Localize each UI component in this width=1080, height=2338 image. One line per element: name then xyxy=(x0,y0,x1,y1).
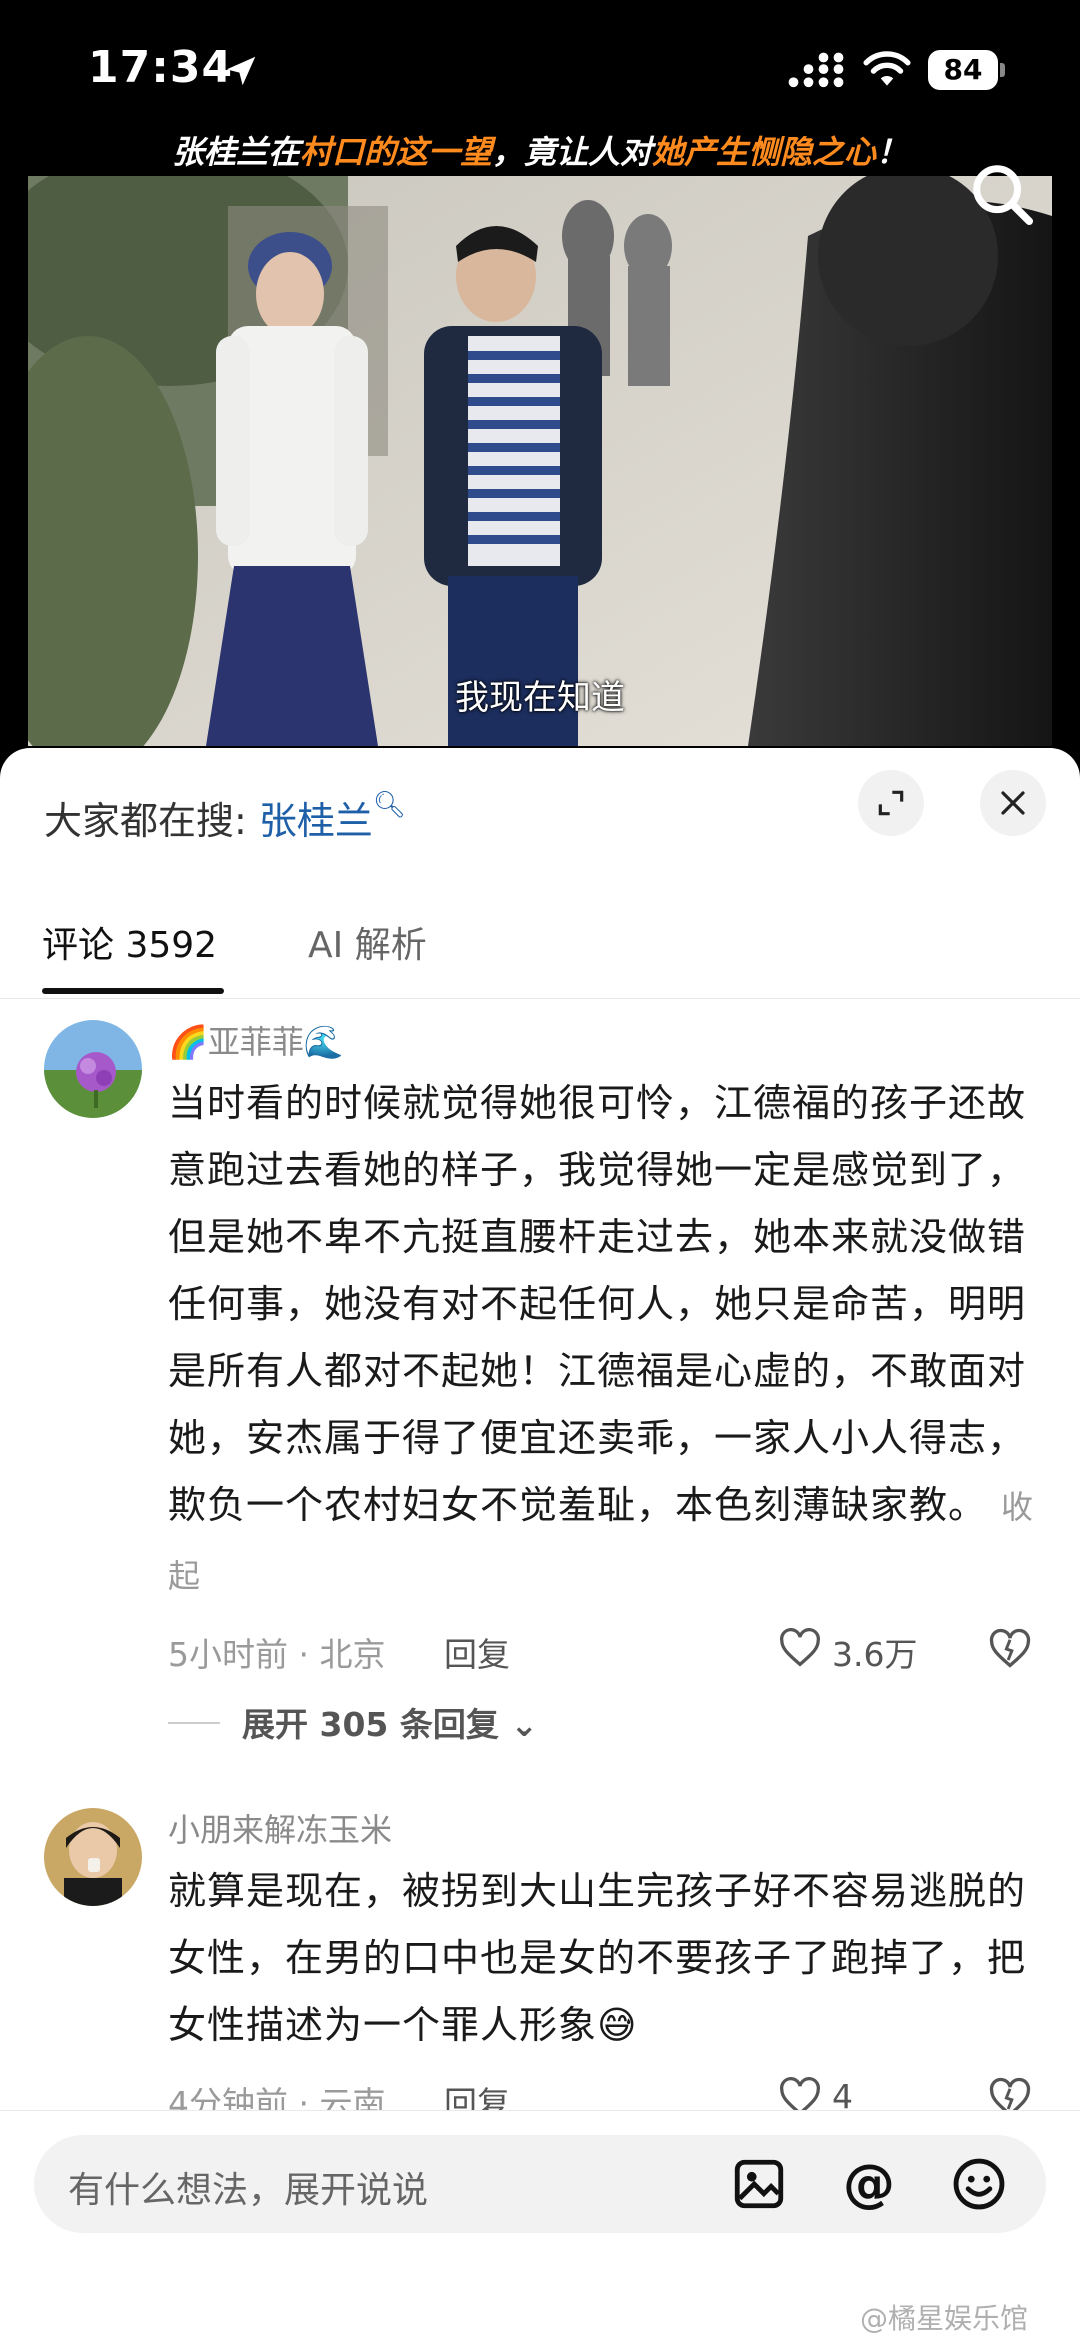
emoji-icon[interactable] xyxy=(950,2155,1008,2213)
location-arrow-icon xyxy=(226,56,256,86)
comment-username[interactable]: 🌈亚菲菲🌊 xyxy=(168,1020,1038,1064)
sweat-smile-icon: 😅 xyxy=(597,2003,638,2047)
rainbow-icon: 🌈 xyxy=(168,1023,208,1061)
caption-highlight: 她产生恻隐之心 xyxy=(652,133,877,171)
search-suggestion[interactable]: 大家都在搜: 张桂兰🔍︎ xyxy=(44,790,406,845)
comment-meta: 5小时前 · 北京 回复 3.6万 xyxy=(168,1620,1038,1680)
comment-input-bar: 有什么想法，展开说说 @ @橘星娱乐馆 xyxy=(0,2110,1080,2338)
comment-body: 小朋来解冻玉米 就算是现在，被拐到大山生完孩子好不容易逃脱的女性，在男的口中也是… xyxy=(168,1808,1038,2129)
username-text: 亚菲菲 xyxy=(207,1023,304,1061)
sheet-tabs: 评论 3592 AI 解析 xyxy=(0,898,1080,999)
reply-button[interactable]: 回复 xyxy=(444,1628,510,1676)
avatar[interactable] xyxy=(44,1020,142,1118)
caption-part: ，竟让人对 xyxy=(491,133,652,171)
expand-icon xyxy=(878,790,904,816)
expand-button[interactable] xyxy=(858,770,924,836)
close-button[interactable] xyxy=(980,770,1046,836)
video-subtitle: 我现在知道 xyxy=(455,678,625,718)
comment-input-placeholder: 有什么想法，展开说说 xyxy=(68,2170,429,2211)
search-suggestion-prefix: 大家都在搜: xyxy=(44,799,247,843)
wave-icon: 🌊 xyxy=(303,1023,344,1061)
caption-highlight: 村口的这一望 xyxy=(299,133,492,171)
comment-text-content: 当时看的时候就觉得她很可怜，江德福的孩子还故意跑过去看她的样子，我觉得她一定是感… xyxy=(168,1081,1027,1527)
tab-comments[interactable]: 评论 3592 xyxy=(42,916,217,968)
image-icon[interactable] xyxy=(730,2155,788,2213)
comment-input[interactable]: 有什么想法，展开说说 @ xyxy=(34,2135,1046,2233)
dislike-icon[interactable] xyxy=(988,1628,1032,1670)
like-count: 3.6万 xyxy=(832,1635,918,1674)
signal-icon xyxy=(788,52,844,88)
video-caption: 张桂兰在村口的这一望，竟让人对她产生恻隐之心！ xyxy=(28,128,1052,176)
comment-username[interactable]: 小朋来解冻玉米 xyxy=(168,1808,1038,1852)
close-icon xyxy=(1001,791,1025,815)
search-icon[interactable] xyxy=(968,160,1038,230)
heart-icon[interactable] xyxy=(778,1628,822,1668)
video-area: 17:34 84 张桂兰在村口的这一望，竟让人对她产生恻隐之心！ 我现在知道 xyxy=(0,0,1080,790)
expand-replies-button[interactable]: 展开 305 条回复 ⌄ xyxy=(168,1692,1038,1752)
small-search-icon: 🔍︎ xyxy=(372,790,406,820)
expand-replies-label: 展开 305 条回复 ⌄ xyxy=(242,1705,539,1744)
video-player[interactable] xyxy=(28,176,1052,746)
comment-text: 当时看的时候就觉得她很可怜，江德福的孩子还故意跑过去看她的样子，我觉得她一定是感… xyxy=(168,1070,1038,1610)
comment-time-location: 5小时前 · 北京 xyxy=(168,1635,386,1674)
battery-indicator: 84 xyxy=(928,50,1006,92)
at-icon[interactable]: @ xyxy=(840,2155,898,2213)
watermark: @橘星娱乐馆 xyxy=(860,2302,1029,2335)
comment-body: 🌈亚菲菲🌊 当时看的时候就觉得她很可怜，江德福的孩子还故意跑过去看她的样子，我觉… xyxy=(168,1020,1038,1752)
comment-text: 就算是现在，被拐到大山生完孩子好不容易逃脱的女性，在男的口中也是女的不要孩子了跑… xyxy=(168,1858,1038,2059)
avatar-image xyxy=(44,1808,142,1906)
chevron-down-icon: ⌄ xyxy=(510,1705,539,1744)
search-suggestion-keyword[interactable]: 张桂兰 xyxy=(259,799,373,843)
caption-part: ！ xyxy=(876,133,909,171)
avatar-image xyxy=(44,1020,142,1118)
caption-part: 张桂兰在 xyxy=(171,133,300,171)
status-time: 17:34 xyxy=(88,42,234,93)
tab-ai-analysis[interactable]: AI 解析 xyxy=(308,916,427,968)
battery-level: 84 xyxy=(928,50,998,90)
wifi-icon xyxy=(863,51,911,86)
divider-line xyxy=(168,1722,220,1724)
active-tab-indicator xyxy=(42,988,224,994)
battery-tip xyxy=(1000,63,1005,77)
video-still xyxy=(28,176,1052,746)
avatar[interactable] xyxy=(44,1808,142,1906)
comment-sheet: 大家都在搜: 张桂兰🔍︎ 评论 3592 AI 解析 🌈亚菲菲🌊 当时看的时候就… xyxy=(0,748,1080,2337)
status-bar: 17:34 84 xyxy=(0,0,1080,130)
